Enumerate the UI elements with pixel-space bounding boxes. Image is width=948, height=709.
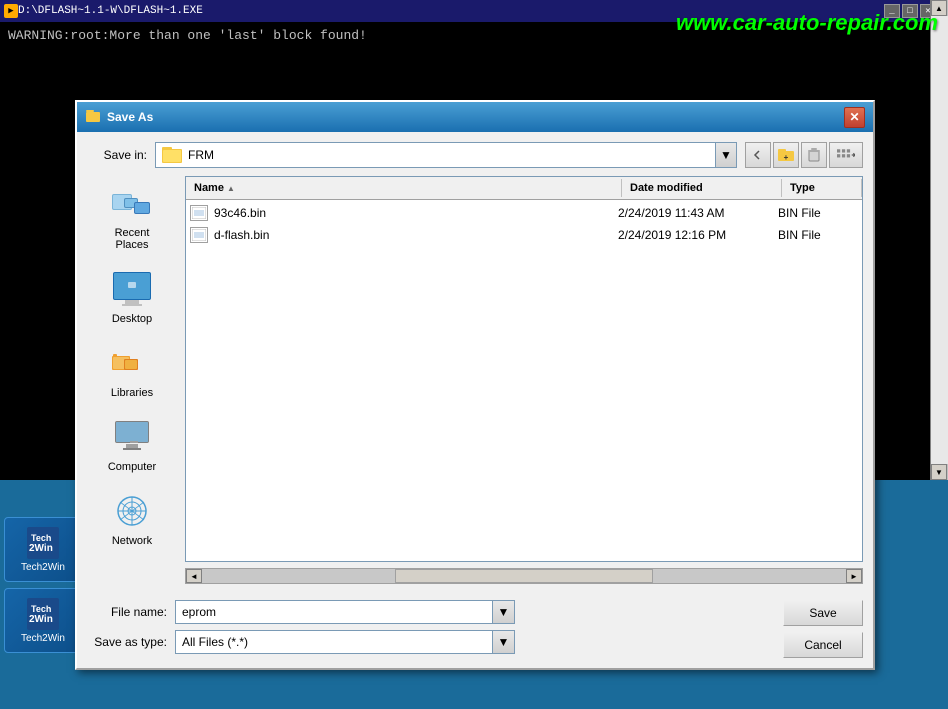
save-as-type-input-container: ▼ bbox=[175, 630, 515, 654]
main-content-area: Recent Places Desktop bbox=[87, 176, 863, 584]
svg-text:2Win: 2Win bbox=[29, 614, 53, 625]
save-as-type-input[interactable] bbox=[175, 630, 493, 654]
dialog-title-icon bbox=[85, 109, 101, 125]
svg-text:+: + bbox=[784, 153, 789, 162]
save-in-dropdown-btn[interactable]: ▼ bbox=[715, 142, 737, 168]
sidebar-label-computer: Computer bbox=[108, 461, 156, 473]
file-row-1[interactable]: d-flash.bin 2/24/2019 12:16 PM BIN File bbox=[186, 224, 862, 246]
file-icon-1 bbox=[190, 227, 208, 243]
scroll-track bbox=[931, 16, 948, 464]
taskbar-label-2: Tech2Win bbox=[21, 633, 65, 644]
svg-text:Tech: Tech bbox=[31, 533, 51, 543]
sidebar-item-computer[interactable]: Computer bbox=[92, 410, 172, 480]
save-as-type-label: Save as type: bbox=[87, 635, 167, 649]
save-as-type-row: Save as type: ▼ bbox=[87, 630, 775, 654]
terminal-title: D:\DFLASH~1.1-W\DFLASH~1.EXE bbox=[18, 5, 203, 17]
col-header-name[interactable]: Name ▲ bbox=[186, 179, 622, 197]
h-scroll-right-btn[interactable]: ► bbox=[846, 569, 862, 583]
left-sidebar: Recent Places Desktop bbox=[87, 176, 177, 584]
file-type-0: BIN File bbox=[778, 206, 858, 220]
sidebar-label-recent-places: Recent Places bbox=[97, 227, 167, 251]
terminal-icon: ▶ bbox=[4, 4, 18, 18]
action-buttons: Save Cancel bbox=[783, 600, 863, 658]
svg-text:2Win: 2Win bbox=[29, 543, 53, 554]
tech2win-icon-1: Tech 2Win bbox=[27, 527, 59, 559]
sidebar-label-network: Network bbox=[112, 535, 152, 547]
h-scroll-thumb bbox=[395, 569, 653, 583]
tech2win-icon-2: Tech 2Win bbox=[27, 598, 59, 630]
horizontal-scrollbar[interactable]: ◄ ► bbox=[185, 568, 863, 584]
network-icon bbox=[110, 491, 154, 531]
h-scroll-track[interactable] bbox=[202, 569, 846, 583]
watermark: www.car-auto-repair.com bbox=[676, 10, 938, 36]
sort-arrow-name: ▲ bbox=[227, 184, 235, 193]
save-as-dialog: Save As ✕ Save in: FRM ▼ bbox=[75, 100, 875, 670]
delete-button[interactable] bbox=[801, 142, 827, 168]
h-scroll-left-btn[interactable]: ◄ bbox=[186, 569, 202, 583]
sidebar-item-libraries[interactable]: Libraries bbox=[92, 336, 172, 406]
recent-places-icon bbox=[110, 183, 154, 223]
file-name-1: d-flash.bin bbox=[214, 228, 618, 242]
dialog-close-button[interactable]: ✕ bbox=[844, 107, 865, 128]
save-in-row: Save in: FRM ▼ bbox=[87, 142, 863, 168]
computer-icon bbox=[110, 417, 154, 457]
file-name-label: File name: bbox=[87, 605, 167, 619]
save-in-value: FRM bbox=[188, 148, 709, 162]
save-button[interactable]: Save bbox=[783, 600, 863, 626]
libraries-icon bbox=[110, 343, 154, 383]
taskbar-items: Tech 2Win Tech2Win Tech 2Win Tech2Win bbox=[0, 511, 86, 659]
col-header-date[interactable]: Date modified bbox=[622, 179, 782, 197]
terminal-scrollbar[interactable]: ▲ ▼ bbox=[930, 0, 948, 480]
dialog-titlebar: Save As ✕ bbox=[77, 102, 873, 132]
file-name-row: File name: ▼ bbox=[87, 600, 775, 624]
file-list-body: 93c46.bin 2/24/2019 11:43 AM BIN File bbox=[186, 200, 862, 561]
save-in-control: FRM ▼ + bbox=[155, 142, 863, 168]
cancel-button[interactable]: Cancel bbox=[783, 632, 863, 658]
file-type-1: BIN File bbox=[778, 228, 858, 242]
file-icon-0 bbox=[190, 205, 208, 221]
scroll-down-btn[interactable]: ▼ bbox=[931, 464, 947, 480]
save-in-label: Save in: bbox=[87, 148, 147, 162]
file-list: Name ▲ Date modified Type bbox=[185, 176, 863, 562]
file-name-input[interactable] bbox=[175, 600, 493, 624]
sidebar-item-recent-places[interactable]: Recent Places bbox=[92, 176, 172, 258]
save-in-dropdown[interactable]: FRM bbox=[155, 142, 715, 168]
file-name-input-container: ▼ bbox=[175, 600, 515, 624]
new-folder-button[interactable]: + bbox=[773, 142, 799, 168]
form-fields: File name: ▼ Save as type: ▼ bbox=[87, 596, 775, 658]
file-date-0: 2/24/2019 11:43 AM bbox=[618, 206, 778, 220]
sidebar-item-desktop[interactable]: Desktop bbox=[92, 262, 172, 332]
dialog-body: Save in: FRM ▼ bbox=[77, 132, 873, 668]
file-list-header: Name ▲ Date modified Type bbox=[186, 177, 862, 200]
sidebar-item-network[interactable]: Network bbox=[92, 484, 172, 554]
sidebar-label-libraries: Libraries bbox=[111, 387, 153, 399]
file-row-0[interactable]: 93c46.bin 2/24/2019 11:43 AM BIN File bbox=[186, 202, 862, 224]
view-options-button[interactable] bbox=[829, 142, 863, 168]
file-name-dropdown-btn[interactable]: ▼ bbox=[493, 600, 515, 624]
terminal-warning: WARNING:root:More than one 'last' block … bbox=[8, 28, 367, 43]
file-date-1: 2/24/2019 12:16 PM bbox=[618, 228, 778, 242]
col-header-type[interactable]: Type bbox=[782, 179, 862, 197]
svg-text:Tech: Tech bbox=[31, 604, 51, 614]
taskbar-item-tech2win-1[interactable]: Tech 2Win Tech2Win bbox=[4, 517, 82, 582]
file-name-0: 93c46.bin bbox=[214, 206, 618, 220]
file-area: Name ▲ Date modified Type bbox=[185, 176, 863, 584]
sidebar-label-desktop: Desktop bbox=[112, 313, 152, 325]
desktop-icon bbox=[110, 269, 154, 309]
toolbar-buttons: + bbox=[745, 142, 863, 168]
bottom-form: File name: ▼ Save as type: ▼ S bbox=[87, 596, 863, 658]
dialog-title-text: Save As bbox=[107, 110, 838, 124]
back-button[interactable] bbox=[745, 142, 771, 168]
save-as-type-dropdown-btn[interactable]: ▼ bbox=[493, 630, 515, 654]
taskbar-item-tech2win-2[interactable]: Tech 2Win Tech2Win bbox=[4, 588, 82, 653]
taskbar-label-1: Tech2Win bbox=[21, 562, 65, 573]
